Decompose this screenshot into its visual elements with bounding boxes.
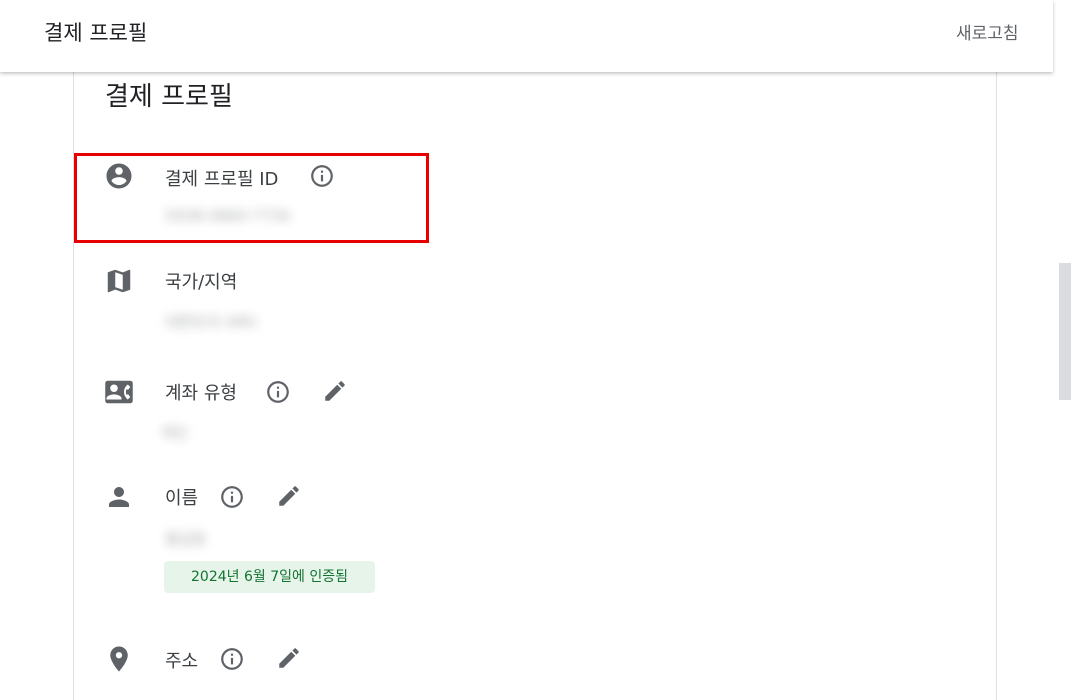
edit-pencil-icon[interactable] [322,378,348,404]
country-value: 대한민국 (KR) [165,313,257,331]
refresh-button[interactable]: 새로고침 [956,19,1019,44]
contact-card-icon [104,377,134,407]
profile-id-value: 5938-0860-7730 [165,207,291,225]
map-icon [104,266,134,296]
scrollbar-thumb[interactable] [1059,263,1071,400]
edit-pencil-icon[interactable] [276,483,302,509]
account-type-value: 개인 [160,424,188,442]
address-label: 주소 [165,651,199,672]
name-label: 이름 [165,488,199,509]
person-icon [104,482,134,512]
card-title: 결제 프로필 [105,82,233,112]
country-label: 국가/지역 [165,272,238,293]
edit-pencil-icon[interactable] [276,645,302,671]
info-icon[interactable] [219,646,245,672]
verified-badge: 2024년 6월 7일에 인증됨 [164,561,375,593]
account-type-label: 계좌 유형 [165,383,237,404]
info-icon[interactable] [219,484,245,510]
profile-id-label: 결제 프로필 ID [165,169,279,190]
info-icon[interactable] [265,379,291,405]
location-pin-icon [104,644,134,674]
info-icon[interactable] [309,163,335,189]
name-value: 홍길동 [165,530,207,548]
header-title: 결제 프로필 [44,21,148,45]
account-circle-icon [104,161,134,191]
app-header: 결제 프로필 새로고침 [0,0,1053,72]
